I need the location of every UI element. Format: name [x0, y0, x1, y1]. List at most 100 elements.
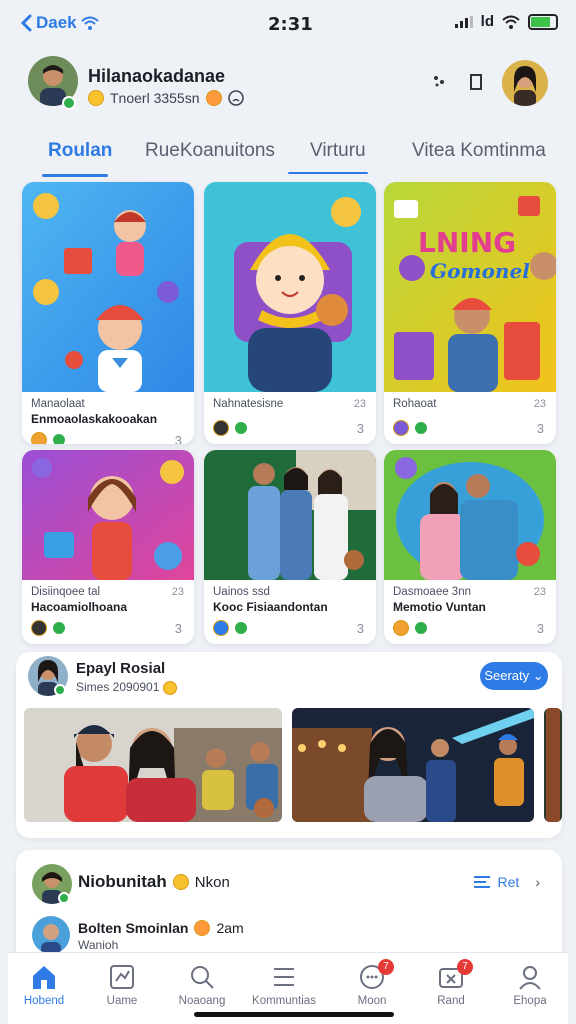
see-all-label: Seeraty — [484, 668, 530, 683]
social-photo[interactable] — [24, 708, 282, 822]
post-time: Nkon — [194, 873, 230, 891]
see-all-button[interactable]: Seeraty ⌄ — [480, 662, 548, 690]
nav-profile[interactable]: Ehopa — [498, 963, 562, 1007]
video-card[interactable]: Manaolaat Enmoaolaskakooakan 3 — [22, 182, 194, 444]
verified-icon — [235, 422, 247, 434]
tab-virturu[interactable]: Virturu — [310, 140, 366, 162]
social-photo[interactable] — [544, 708, 562, 822]
video-card[interactable]: Dasmoaee 3nn 23 Memotio Vuntan 3 — [384, 450, 556, 644]
wifi-icon — [502, 15, 520, 29]
section-subtitle-text: Simes 2090901 — [76, 680, 160, 694]
bookmark-icon[interactable] — [470, 74, 482, 95]
card-count: 23 — [353, 398, 366, 410]
card-subtitle: Uainos ssd — [213, 586, 270, 598]
social-section: Epayl Rosial Simes 2090901 Seeraty ⌄ — [16, 652, 562, 838]
card-thumbnail — [22, 450, 194, 580]
card-subtitle: Rohaoat — [393, 398, 437, 410]
avatar[interactable] — [32, 916, 70, 954]
person-icon — [519, 966, 541, 990]
chevron-right-icon: › — [535, 874, 540, 890]
online-indicator — [58, 892, 70, 904]
card-title: Enmoaolaskakooakan — [31, 412, 158, 426]
nav-home[interactable]: Hobend — [12, 963, 76, 1007]
card-title: Memotio Vuntan — [393, 600, 486, 614]
card-thumbnail — [204, 182, 376, 392]
notification-badge: 7 — [378, 959, 394, 975]
nav-search[interactable]: Noaoang — [170, 963, 234, 1007]
tab-roulan[interactable]: Roulan — [48, 140, 112, 162]
share-count[interactable]: 3 — [357, 421, 364, 436]
online-indicator — [54, 684, 66, 696]
card-thumbnail — [204, 450, 376, 580]
share-count[interactable]: 3 — [537, 421, 544, 436]
search-icon — [191, 966, 214, 989]
cellular-icon — [454, 15, 473, 28]
video-card[interactable]: Disiinqoee tal 23 Hacoamiolhoana 3 — [22, 450, 194, 644]
nav-label: Rand — [437, 995, 465, 1007]
tab-indicator-secondary — [288, 172, 368, 174]
section-title: Epayl Rosial — [76, 660, 166, 677]
smile-emoji-icon — [88, 90, 104, 106]
reaction-icon — [213, 420, 229, 436]
network-label: ld — [480, 13, 494, 30]
tab-vitea-komtinma[interactable]: Vitea Komtinma — [412, 140, 546, 162]
share-count[interactable]: 3 — [175, 621, 182, 636]
card-count: 23 — [533, 586, 546, 598]
profile-status: Tnoerl 3355sn — [88, 90, 244, 106]
post-action-button[interactable]: Ret › — [473, 874, 540, 890]
laugh-emoji-icon — [194, 920, 211, 936]
share-count[interactable]: 3 — [357, 621, 364, 636]
menu-lines-icon — [473, 876, 490, 888]
reaction-icon — [213, 620, 229, 636]
card-meta: Disiinqoee tal 23 Hacoamiolhoana 3 — [22, 580, 194, 636]
card-subtitle: Manaolaat — [31, 398, 85, 410]
post-author: Niobunitah Nkon — [78, 872, 230, 892]
profile-status-text: Tnoerl 3355sn — [110, 90, 200, 106]
back-button[interactable]: Daek — [20, 13, 99, 33]
card-meta: Manaolaat Enmoaolaskakooakan 3 — [22, 392, 194, 444]
nav-label: Ehopa — [513, 995, 547, 1007]
card-count: 23 — [533, 398, 546, 410]
verified-icon — [53, 434, 65, 444]
nav-label: Hobend — [23, 995, 65, 1007]
verified-icon — [235, 622, 247, 634]
video-card[interactable]: LNING Gomonel Rohaoat 23 3 — [384, 182, 556, 444]
nav-game[interactable]: Uame — [90, 963, 154, 1007]
status-bar: Daek 2:31 ld — [0, 0, 576, 48]
video-card[interactable]: Uainos ssd Kooc Fisiaandontan 3 — [204, 450, 376, 644]
social-photo[interactable] — [292, 708, 534, 822]
post-author-name: Niobunitah — [78, 872, 167, 891]
verified-icon — [415, 422, 427, 434]
card-meta: Dasmoaee 3nn 23 Memotio Vuntan 3 — [384, 580, 556, 636]
home-icon — [33, 966, 55, 989]
nav-label: Noaoang — [178, 995, 226, 1007]
nav-label: Kommuntias — [252, 995, 316, 1007]
chevron-down-icon: ⌄ — [532, 668, 544, 683]
active-tab-indicator — [42, 174, 108, 177]
status-right: ld — [454, 13, 558, 30]
card-count: 23 — [171, 586, 184, 598]
nav-communities[interactable]: Kommuntias — [252, 963, 316, 1007]
reaction-icon — [31, 432, 47, 444]
wifi-icon — [80, 16, 99, 30]
user-avatar[interactable] — [502, 60, 548, 106]
card-subtitle: Disiinqoee tal — [31, 586, 101, 598]
reply-text: Wanioh — [78, 938, 119, 952]
card-thumbnail: LNING Gomonel — [384, 182, 556, 392]
notification-badge: 7 — [457, 959, 473, 975]
chart-icon — [110, 965, 134, 989]
app-screen: Daek 2:31 ld Hilanaokadanae Tnoerl 3355s… — [0, 0, 576, 1024]
sparkle-icon[interactable] — [432, 74, 446, 93]
banner-word-2: Gomonel — [430, 259, 530, 283]
tab-ruekoanuitons[interactable]: RueKoanuitons — [145, 140, 275, 162]
share-count[interactable]: 3 — [537, 621, 544, 636]
tab-bar: Roulan RueKoanuitons Virturu Vitea Komti… — [22, 132, 562, 180]
nav-messages[interactable]: 7 Moon — [340, 959, 404, 1007]
card-meta: Rohaoat 23 3 — [384, 392, 556, 436]
card-thumbnail — [22, 182, 194, 392]
video-card[interactable]: Nahnatesisne 23 3 — [204, 182, 376, 444]
share-count[interactable]: 3 — [175, 433, 182, 444]
profile-name: Hilanaokadanae — [88, 66, 226, 86]
nav-rand[interactable]: 7 Rand — [419, 959, 483, 1007]
card-subtitle: Dasmoaee 3nn — [393, 586, 471, 598]
